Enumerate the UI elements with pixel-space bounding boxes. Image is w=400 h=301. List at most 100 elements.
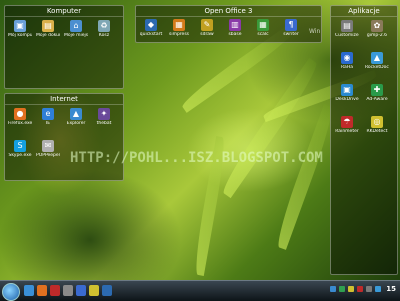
tray-icon[interactable]: [366, 286, 372, 292]
shortcut-label: Firefox.exe: [8, 121, 32, 126]
aplikacje-shortcut[interactable]: ▤Customize Fences: [335, 20, 359, 38]
aplikacje-shortcut[interactable]: ✿ gimp-2.6: [365, 20, 389, 38]
shortcut-label: RaHa: [341, 65, 353, 70]
openoffice-shortcut[interactable]: ▦ scalc: [251, 19, 275, 37]
desktop-background: Komputer ▣Mój komputer▤Moje dokumenty⌂Mo…: [0, 0, 400, 280]
app-icon: ▲: [371, 52, 383, 64]
watermark-url: HTTP://POHL...ISZ.BLOGSPOT.COM: [70, 150, 323, 166]
openoffice-overflow-text: Windo: [309, 28, 320, 35]
shortcut-label: Ad-Aware: [366, 97, 388, 102]
quick-launch-icon[interactable]: [89, 285, 99, 296]
app-icon: ●: [14, 108, 26, 120]
komputer-shortcut[interactable]: ▤Moje dokumenty: [36, 20, 60, 38]
shortcut-label: Skype.exe: [8, 153, 32, 158]
app-icon: ✦: [98, 108, 110, 120]
shortcut-label: Kosz: [98, 33, 110, 38]
app-icon: ✎: [201, 19, 213, 31]
taskbar: 15: [0, 280, 400, 301]
shortcut-label: Moje miejsca sieciowe: [64, 33, 88, 38]
openoffice-shortcut[interactable]: ▥ sbase: [223, 19, 247, 37]
shortcut-label: scalc: [257, 32, 269, 37]
app-icon: e: [42, 108, 54, 120]
tray-icon[interactable]: [348, 286, 354, 292]
aplikacje-shortcut[interactable]: ◉ RaHa: [335, 52, 359, 70]
shortcut-label: gimp-2.6: [366, 33, 388, 38]
app-icon: ⌂: [70, 20, 82, 32]
openoffice-shortcut[interactable]: ◆ quickstart: [139, 19, 163, 37]
app-icon: ▣: [14, 20, 26, 32]
openoffice-fence-title: Open Office 3: [136, 7, 321, 17]
shortcut-label: thebat: [96, 121, 112, 126]
internet-shortcut[interactable]: ● Firefox.exe: [8, 108, 32, 126]
app-icon: ◆: [145, 19, 157, 31]
aplikacje-fence-title: Aplikacje: [331, 7, 397, 17]
app-icon: ♻: [98, 20, 110, 32]
app-icon: ✉: [42, 140, 54, 152]
app-icon: ▦: [257, 19, 269, 31]
quick-launch-icon[interactable]: [102, 285, 112, 296]
shortcut-label: simpress: [168, 32, 190, 37]
app-icon: ✿: [371, 20, 383, 32]
app-icon: ▣: [341, 84, 353, 96]
tray-icon[interactable]: [375, 286, 381, 292]
internet-shortcut[interactable]: ▲ Explorer: [64, 108, 88, 126]
app-icon: ▥: [229, 19, 241, 31]
tray-icon[interactable]: [330, 286, 336, 292]
shortcut-label: swriter: [283, 32, 299, 37]
shortcut-label: DeskDrive: [335, 97, 359, 102]
internet-fence-title: Internet: [5, 95, 123, 105]
internet-shortcut[interactable]: ✦ thebat: [92, 108, 116, 126]
app-icon: ✚: [371, 84, 383, 96]
openoffice-shortcut[interactable]: ✎ sdraw: [195, 19, 219, 37]
shortcut-label: Mój komputer: [8, 33, 32, 38]
openoffice-fence[interactable]: Open Office 3 ◆ quickstart ▦ simpress ✎ sdraw…: [135, 5, 322, 43]
komputer-shortcut[interactable]: ▣Mój komputer: [8, 20, 32, 38]
wallpaper-leaf: [272, 104, 338, 250]
shortcut-label: Moje dokumenty: [36, 33, 60, 38]
shortcut-label: sdraw: [200, 32, 214, 37]
aplikacje-shortcut[interactable]: ▣ DeskDrive: [335, 84, 359, 102]
internet-fence[interactable]: Internet ● Firefox.exe e IE ▲ Explorer ✦ thebat…: [4, 93, 124, 181]
internet-shortcut[interactable]: ✉ POPPeeper: [36, 140, 60, 158]
shortcut-label: POPPeeper: [36, 153, 60, 158]
aplikacje-fence[interactable]: Aplikacje ▤Customize Fences ✿gimp-2.6 ◉RaH…: [330, 5, 398, 275]
shortcut-label: Rainmeter: [335, 129, 359, 134]
app-icon: ◉: [341, 52, 353, 64]
komputer-shortcut[interactable]: ⌂Moje miejsca sieciowe: [64, 20, 88, 38]
start-button[interactable]: [2, 283, 20, 301]
internet-shortcut[interactable]: e IE: [36, 108, 60, 126]
app-icon: ◎: [371, 116, 383, 128]
app-icon: S: [14, 140, 26, 152]
aplikacje-shortcut[interactable]: ☂ Rainmeter: [335, 116, 359, 134]
app-icon: ▲: [70, 108, 82, 120]
quick-launch-icon[interactable]: [76, 285, 86, 296]
komputer-fence[interactable]: Komputer ▣Mój komputer▤Moje dokumenty⌂Mo…: [4, 5, 124, 89]
app-icon: ¶: [285, 19, 297, 31]
tray-icon[interactable]: [339, 286, 345, 292]
app-icon: ☂: [341, 116, 353, 128]
quick-launch-icon[interactable]: [37, 285, 47, 296]
app-icon: ▤: [341, 20, 353, 32]
quick-launch-icon[interactable]: [24, 285, 34, 296]
aplikacje-shortcut[interactable]: ◎ RKDetect: [365, 116, 389, 134]
shortcut-label: Customize Fences: [335, 33, 359, 38]
komputer-shortcut[interactable]: ♻ Kosz: [92, 20, 116, 38]
tray-icon[interactable]: [357, 286, 363, 292]
shortcut-label: RKDetect: [366, 129, 388, 134]
aplikacje-shortcut[interactable]: ✚ Ad-Aware: [365, 84, 389, 102]
aplikacje-shortcut[interactable]: ▲ RocketDock: [365, 52, 389, 70]
quick-launch-icon[interactable]: [50, 285, 60, 296]
openoffice-shortcut[interactable]: ▦ simpress: [167, 19, 191, 37]
shortcut-label: quickstart: [139, 32, 163, 37]
app-icon: ▦: [173, 19, 185, 31]
app-icon: ▤: [42, 20, 54, 32]
clock[interactable]: 15: [386, 285, 396, 293]
shortcut-label: RocketDock: [365, 65, 389, 70]
quick-launch-icon[interactable]: [63, 285, 73, 296]
shortcut-label: IE: [45, 121, 51, 126]
shortcut-label: Explorer: [66, 121, 86, 126]
komputer-fence-title: Komputer: [5, 7, 123, 17]
openoffice-shortcut[interactable]: ¶ swriter: [279, 19, 303, 37]
shortcut-label: sbase: [228, 32, 242, 37]
internet-shortcut[interactable]: S Skype.exe: [8, 140, 32, 158]
